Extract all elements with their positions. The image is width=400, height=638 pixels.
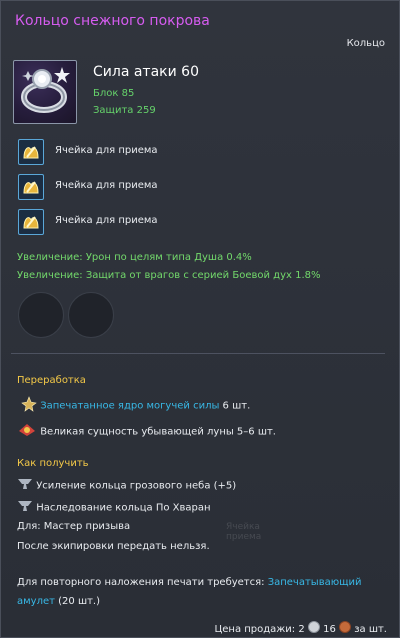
reseal-item-link-cont[interactable]: амулет	[17, 596, 55, 607]
ring-icon	[13, 60, 77, 124]
material-link[interactable]: Запечатанное ядро могучей силы	[40, 401, 219, 412]
attack-stat: Сила атаки 60	[93, 64, 199, 80]
item-title: Кольцо снежного покрова	[15, 13, 210, 29]
anvil-icon	[17, 499, 33, 516]
item-type: Кольцо	[346, 38, 385, 49]
obtain-method: Наследование кольца По Хваран	[17, 499, 211, 516]
price-suffix: за шт.	[351, 624, 387, 635]
skill-slot[interactable]: Ячейка для приема	[18, 209, 378, 235]
obtain-method-label: Наследование кольца По Хваран	[36, 502, 211, 514]
reseal-qty: (20 шт.)	[54, 596, 101, 607]
skill-slot-icon	[18, 174, 44, 200]
copper-coin-icon	[339, 621, 352, 633]
reseal-requirement-cont: амулет (20 шт.)	[17, 596, 100, 607]
skill-slot-label: Ячейка для приема	[55, 180, 158, 191]
bind-restriction: После экипировки передать нельзя.	[17, 541, 210, 552]
upgrade-title: Переработка	[17, 375, 86, 386]
defense-stat: Защита 259	[93, 105, 156, 116]
class-restriction: Для: Мастер призыва	[17, 521, 131, 532]
upgrade-material: Великая сущность убывающей луны 5–6 шт.	[17, 422, 276, 441]
divider	[11, 353, 385, 354]
core-icon	[21, 396, 37, 415]
obtain-method-label: Усиление кольца грозового неба (+5)	[36, 480, 237, 492]
reseal-prefix: Для повторного наложения печати требуетс…	[17, 577, 268, 588]
material-qty: 6 шт.	[219, 400, 251, 412]
silver-coin-icon	[307, 621, 320, 633]
price-gold: 2	[298, 624, 305, 635]
skill-slot[interactable]: Ячейка для приема	[18, 174, 378, 200]
faded-background-label: Ячейка приема	[226, 522, 262, 542]
price-label: Цена продажи:	[214, 624, 299, 635]
anvil-icon	[17, 477, 33, 494]
material-text: Великая сущность убывающей луны 5–6 шт.	[40, 426, 276, 438]
reseal-requirement: Для повторного наложения печати требуетс…	[17, 577, 362, 588]
price-silver: 16	[323, 624, 336, 635]
obtain-method: Усиление кольца грозового неба (+5)	[17, 477, 236, 494]
reseal-item-link[interactable]: Запечатывающий	[268, 577, 362, 588]
skill-slot[interactable]: Ячейка для приема	[18, 139, 378, 165]
item-tooltip: Кольцо снежного покрова Кольцо Сила атак…	[0, 0, 400, 638]
moon-essence-icon	[17, 422, 37, 441]
skill-slot-icon	[18, 209, 44, 235]
block-stat: Блок 85	[93, 88, 135, 99]
bonus-line: Увеличение: Урон по целям типа Душа 0.4%	[17, 252, 252, 263]
upgrade-material: Запечатанное ядро могучей силы 6 шт.	[21, 396, 250, 415]
obtain-title: Как получить	[17, 458, 89, 469]
gem-socket[interactable]	[68, 292, 114, 338]
gem-socket[interactable]	[18, 292, 64, 338]
skill-slot-icon	[18, 139, 44, 165]
skill-slot-label: Ячейка для приема	[55, 145, 158, 156]
bonus-line: Увеличение: Защита от врагов с серией Бо…	[17, 270, 321, 281]
sell-price: Цена продажи: 2 16 за шт.	[214, 621, 387, 635]
skill-slot-label: Ячейка для приема	[55, 215, 158, 226]
